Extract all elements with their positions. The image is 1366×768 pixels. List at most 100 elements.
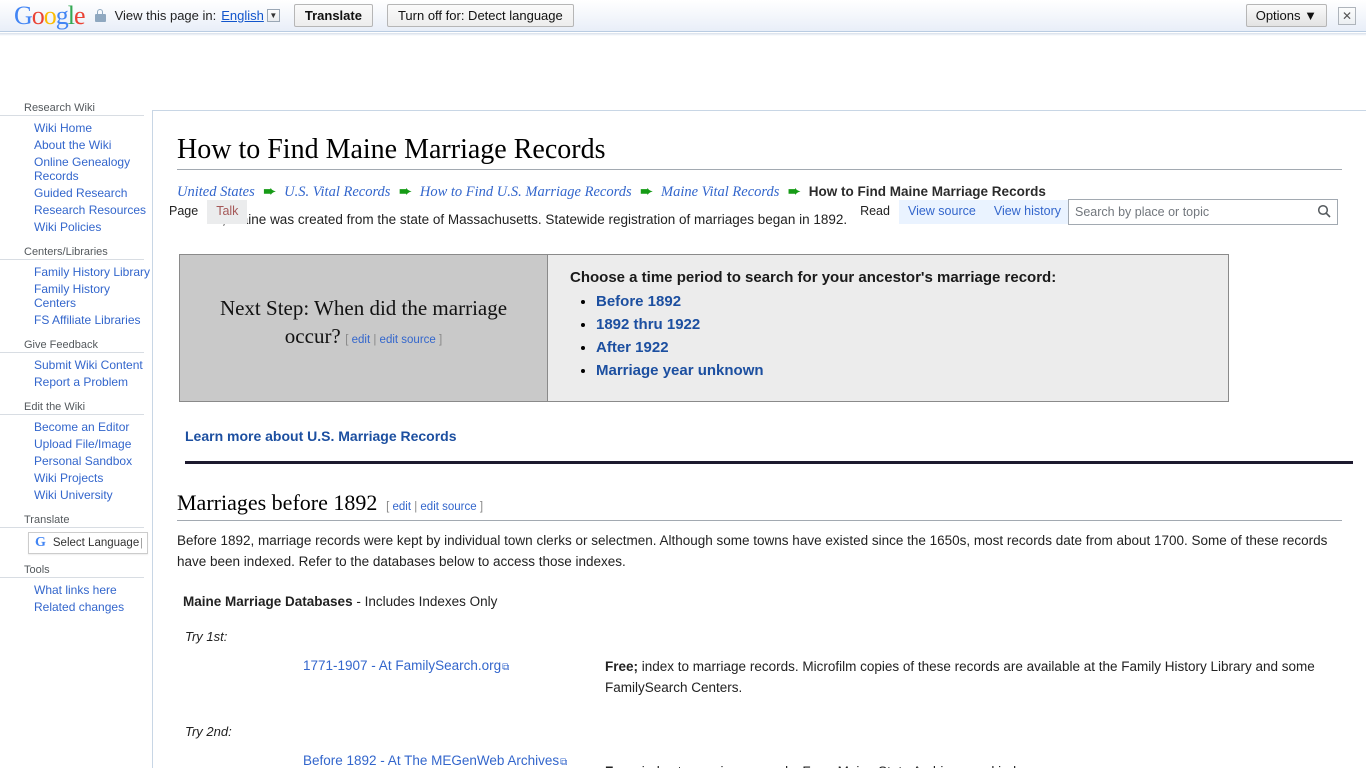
sidebar-heading: Translate: [0, 512, 144, 528]
sidebar-group-centers-libraries: Centers/Libraries Family History Library…: [0, 244, 152, 329]
view-page-in-label: View this page in:: [114, 8, 217, 23]
edit-source-link[interactable]: edit source: [380, 334, 436, 346]
tab-view-history[interactable]: View history: [984, 200, 1070, 224]
sidebar-item-family-history-library[interactable]: Family History Library: [34, 264, 152, 281]
sidebar-group-research-wiki: Research Wiki Wiki Home About the Wiki O…: [0, 100, 152, 236]
next-step-options-cell: Choose a time period to search for your …: [547, 254, 1229, 402]
sidebar-heading: Tools: [0, 562, 144, 578]
next-step-heading-cell: Next Step: When did the marriage occur? …: [179, 254, 548, 402]
sidebar-item-related-changes[interactable]: Related changes: [34, 599, 152, 616]
free-badge: Free;: [605, 659, 639, 674]
sidebar-heading: Give Feedback: [0, 337, 144, 353]
next-step-table: Next Step: When did the marriage occur? …: [179, 254, 1229, 402]
list-item: After 1922: [596, 339, 1212, 357]
sidebar-item-online-genealogy-records[interactable]: Online Genealogy Records: [34, 154, 152, 185]
database-description-cell: Free; index to marriage records. From Ma…: [605, 745, 1345, 768]
sidebar-item-submit-wiki-content[interactable]: Submit Wiki Content: [34, 357, 152, 374]
edit-links: [ edit | edit source ]: [345, 334, 443, 346]
arrow-right-icon: ➨: [788, 184, 801, 200]
sidebar-item-upload-file-image[interactable]: Upload File/Image: [34, 436, 152, 453]
list-item: Marriage year unknown: [596, 362, 1212, 380]
learn-more-link[interactable]: Learn more about U.S. Marriage Records: [185, 428, 457, 444]
search-input[interactable]: [1069, 205, 1311, 219]
sidebar-item-what-links-here[interactable]: What links here: [34, 582, 152, 599]
option-1892-thru-1922[interactable]: 1892 thru 1922: [596, 316, 700, 333]
sidebar-item-guided-research[interactable]: Guided Research: [34, 185, 152, 202]
view-tabs: Read View source View history: [851, 200, 1070, 224]
breadcrumb-current: How to Find Maine Marriage Records: [808, 184, 1046, 199]
translate-language-link[interactable]: English: [221, 8, 264, 23]
options-button[interactable]: Options ▼: [1245, 4, 1327, 27]
arrow-right-icon: ➨: [263, 184, 276, 200]
sidebar-item-become-an-editor[interactable]: Become an Editor: [34, 419, 152, 436]
tab-page[interactable]: Page: [160, 200, 208, 224]
google-g-icon: G: [35, 535, 46, 550]
breadcrumb-item-united-states[interactable]: United States: [177, 184, 255, 200]
sidebar-item-fs-affiliate-libraries[interactable]: FS Affiliate Libraries: [34, 312, 152, 329]
sidebar-heading: Edit the Wiki: [0, 399, 144, 415]
sidebar-item-personal-sandbox[interactable]: Personal Sandbox: [34, 453, 152, 470]
select-language-label: Select Language: [52, 537, 140, 549]
option-before-1892[interactable]: Before 1892: [596, 293, 681, 310]
lock-icon: [94, 9, 106, 22]
edit-link[interactable]: edit: [352, 334, 371, 346]
breadcrumb-item-maine-vital-records[interactable]: Maine Vital Records: [661, 184, 779, 200]
try-label-2: Try 2nd:: [185, 724, 232, 739]
option-after-1922[interactable]: After 1922: [596, 339, 669, 356]
databases-heading-rest: - Includes Indexes Only: [352, 594, 498, 609]
next-step-question: Choose a time period to search for your …: [570, 269, 1057, 286]
tab-view-source[interactable]: View source: [898, 200, 985, 224]
database-description: index to marriage records. From Maine St…: [638, 764, 1034, 768]
databases-heading-bold: Maine Marriage Databases: [183, 594, 353, 609]
breadcrumb-item-us-vital-records[interactable]: U.S. Vital Records: [284, 184, 390, 200]
tab-talk[interactable]: Talk: [207, 200, 248, 224]
sidebar-item-wiki-projects[interactable]: Wiki Projects: [34, 470, 152, 487]
sidebar-item-wiki-home[interactable]: Wiki Home: [34, 120, 152, 137]
edit-link[interactable]: edit: [392, 501, 411, 513]
translate-button[interactable]: Translate: [293, 4, 373, 27]
list-item: 1892 thru 1922: [596, 316, 1212, 334]
sidebar-item-family-history-centers[interactable]: Family History Centers: [34, 281, 152, 312]
database-link-megenweb[interactable]: Before 1892 - At The MEGenWeb Archives: [303, 753, 559, 768]
database-link-cell: 1771-1907 - At FamilySearch.org⧉: [185, 650, 605, 704]
sidebar-item-about-the-wiki[interactable]: About the Wiki: [34, 137, 152, 154]
learn-more-container: Learn more about U.S. Marriage Records: [185, 428, 1342, 446]
edit-source-link[interactable]: edit source: [420, 501, 476, 513]
table-row: Before 1892 - At The MEGenWeb Archives⧉ …: [185, 745, 1345, 768]
sidebar-group-give-feedback: Give Feedback Submit Wiki Content Report…: [0, 337, 152, 391]
next-step-option-list: Before 1892 1892 thru 1922 After 1922 Ma…: [570, 293, 1212, 380]
sidebar-heading: Research Wiki: [0, 100, 144, 116]
table-row: 1771-1907 - At FamilySearch.org⧉ Free; i…: [185, 650, 1345, 704]
list-item: Before 1892: [596, 293, 1212, 311]
try-label-1: Try 1st:: [185, 629, 228, 644]
external-link-icon: ⧉: [560, 757, 568, 768]
google-logo: Google: [14, 0, 86, 30]
search-box[interactable]: [1068, 199, 1338, 225]
sidebar-item-wiki-policies[interactable]: Wiki Policies: [34, 219, 152, 236]
chevron-down-icon: |: [140, 537, 143, 549]
close-icon[interactable]: ✕: [1338, 6, 1356, 25]
sidebar-item-research-resources[interactable]: Research Resources: [34, 202, 152, 219]
title-divider: [177, 169, 1342, 170]
arrow-right-icon: ➨: [640, 184, 653, 200]
option-marriage-year-unknown[interactable]: Marriage year unknown: [596, 362, 764, 379]
select-language-button[interactable]: G Select Language |: [28, 532, 148, 554]
turn-off-button[interactable]: Turn off for: Detect language: [386, 4, 574, 27]
database-link-cell: Before 1892 - At The MEGenWeb Archives⧉: [185, 745, 605, 768]
sidebar-item-report-a-problem[interactable]: Report a Problem: [34, 374, 152, 391]
edit-links: [ edit | edit source ]: [382, 501, 484, 513]
tab-read[interactable]: Read: [851, 200, 899, 224]
databases-table-2: Before 1892 - At The MEGenWeb Archives⧉ …: [185, 745, 1345, 768]
section-divider: [185, 461, 1353, 464]
sidebar: Research Wiki Wiki Home About the Wiki O…: [0, 100, 152, 624]
sidebar-group-edit-the-wiki: Edit the Wiki Become an Editor Upload Fi…: [0, 399, 152, 504]
section-heading-container: Marriages before 1892 [ edit | edit sour…: [177, 490, 1342, 521]
search-icon[interactable]: [1311, 204, 1337, 221]
database-link-familysearch[interactable]: 1771-1907 - At FamilySearch.org: [303, 658, 501, 673]
databases-heading: Maine Marriage Databases - Includes Inde…: [183, 594, 1342, 609]
section-paragraph: Before 1892, marriage records were kept …: [177, 533, 1328, 569]
sidebar-item-wiki-university[interactable]: Wiki University: [34, 487, 152, 504]
breadcrumb-item-how-to-find-us-marriage-records[interactable]: How to Find U.S. Marriage Records: [420, 184, 632, 200]
sidebar-group-tools: Tools What links here Related changes: [0, 562, 152, 616]
chevron-down-icon[interactable]: ▼: [266, 9, 280, 22]
